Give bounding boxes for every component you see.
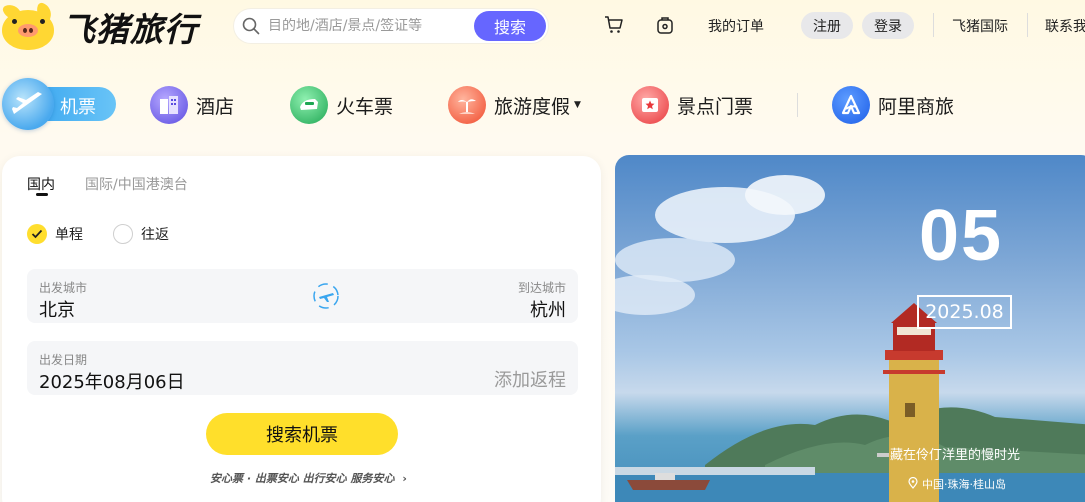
chevron-down-icon: ▼ — [574, 100, 581, 110]
my-orders-link[interactable]: 我的订单 — [708, 16, 764, 36]
city-field: 出发城市 北京 到达城市 杭州 — [27, 269, 578, 323]
from-label: 出发城市 — [39, 281, 88, 295]
pig-logo-icon — [0, 1, 58, 50]
nav-label: 酒店 — [196, 95, 235, 118]
nav-item-hotel[interactable]: 酒店 — [150, 84, 234, 126]
to-city-input[interactable]: 杭州 — [530, 296, 566, 322]
nav-divider — [797, 93, 798, 117]
banner-location-text: 中国·珠海·桂山岛 — [922, 478, 1006, 491]
assurance-link[interactable]: 安心票 · 出票安心 出行安心 服务安心 › — [210, 470, 407, 486]
plane-swap-icon — [313, 283, 339, 309]
tab-domestic[interactable]: 国内 — [27, 174, 55, 194]
search-flights-button[interactable]: 搜索机票 — [206, 413, 398, 455]
flight-search-panel: 国内 国际/中国港澳台 单程 往返 出发城市 北京 到达城市 杭州 出发日期 2… — [2, 156, 601, 502]
cart-icon[interactable] — [603, 14, 625, 36]
tab-international[interactable]: 国际/中国港澳台 — [85, 174, 188, 194]
train-icon — [290, 86, 328, 124]
register-button[interactable]: 注册 — [801, 12, 853, 39]
nav-label: 景点门票 — [677, 95, 754, 118]
nav-item-vacation[interactable]: 旅游度假 ▼ — [448, 84, 581, 126]
radio-round-trip[interactable]: 往返 — [113, 224, 169, 244]
nav-label: 旅游度假 — [494, 95, 571, 118]
departure-date-input[interactable]: 2025年08月06日 — [39, 368, 185, 394]
nav-item-flights[interactable]: 机票 — [2, 78, 116, 130]
radio-label: 单程 — [55, 227, 83, 243]
nav-item-alibaba-business[interactable]: 阿里商旅 — [832, 84, 954, 126]
assurance-text: 安心票 · 出票安心 出行安心 服务安心 — [210, 472, 395, 485]
header-divider — [1027, 13, 1028, 37]
nav-item-train[interactable]: 火车票 — [290, 84, 393, 126]
radio-circle-icon — [113, 224, 133, 244]
alibaba-business-icon — [832, 86, 870, 124]
chevron-right-icon: › — [402, 472, 407, 485]
contact-link[interactable]: 联系我 — [1045, 16, 1085, 36]
radio-one-way[interactable]: 单程 — [27, 224, 83, 244]
tab-underline — [36, 193, 48, 196]
logo[interactable]: 飞猪旅行 — [0, 1, 198, 52]
location-pin-icon — [908, 476, 918, 492]
banner-day: 05 — [919, 196, 1004, 276]
nav-label: 机票 — [60, 97, 96, 118]
header-divider — [933, 13, 934, 37]
nav-label: 火车票 — [336, 95, 394, 118]
banner-location: 中国·珠海·桂山岛 — [908, 476, 1006, 492]
from-city-input[interactable]: 北京 — [39, 296, 75, 322]
search-icon — [234, 9, 268, 43]
swap-cities-button[interactable] — [311, 281, 341, 311]
radio-label: 往返 — [141, 227, 169, 243]
travel-bag-icon[interactable] — [654, 14, 676, 36]
login-button[interactable]: 登录 — [862, 12, 914, 39]
search-input[interactable] — [268, 18, 468, 34]
nav-label: 阿里商旅 — [878, 95, 955, 118]
logo-text: 飞猪旅行 — [62, 10, 198, 49]
hotel-icon — [150, 86, 188, 124]
check-icon — [27, 224, 47, 244]
banner-month: 2025.08 — [917, 295, 1012, 329]
search-button[interactable]: 搜索 — [474, 11, 546, 41]
nav-item-attractions[interactable]: 景点门票 — [631, 84, 753, 126]
ticket-icon — [631, 86, 669, 124]
international-link[interactable]: 飞猪国际 — [952, 16, 1008, 36]
date-field: 出发日期 2025年08月06日 添加返程 — [27, 341, 578, 395]
to-label: 到达城市 — [517, 281, 566, 295]
promo-banner[interactable]: 05 2025.08 藏在伶仃洋里的慢时光 中国·珠海·桂山岛 — [615, 155, 1085, 502]
add-return-button[interactable]: 添加返程 — [494, 366, 566, 392]
banner-caption: 藏在伶仃洋里的慢时光 — [890, 448, 1021, 463]
search-bar: 搜索 — [234, 9, 548, 43]
date-label: 出发日期 — [39, 353, 88, 367]
plane-icon — [2, 78, 54, 130]
beach-icon — [448, 86, 486, 124]
